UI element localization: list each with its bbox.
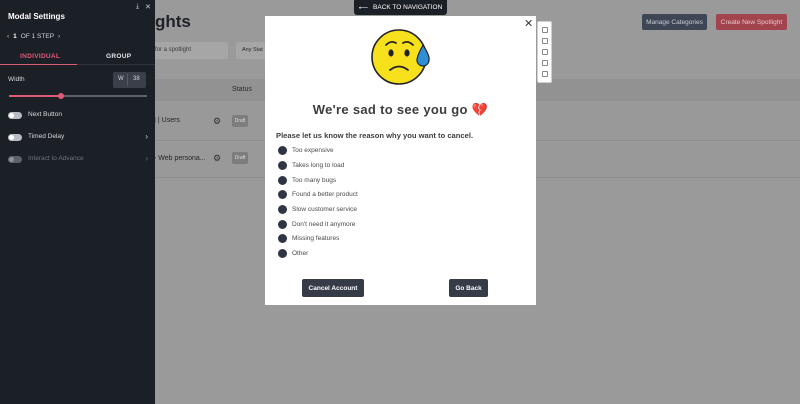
step-text: OF 1 STEP: [20, 33, 55, 40]
back-to-navigation-label: BACK TO NAVIGATION: [373, 4, 443, 11]
chevron-right-icon[interactable]: ›: [145, 132, 148, 141]
width-unit: W: [118, 76, 124, 82]
gear-icon[interactable]: ⚙: [213, 116, 221, 127]
radio-button[interactable]: [278, 249, 287, 258]
tab-divider: [77, 64, 155, 65]
row-name: t | Users: [154, 117, 180, 124]
radio-button[interactable]: [278, 220, 287, 229]
copy-tool-icon[interactable]: [542, 38, 548, 44]
reason-label: Don't need it anymore: [292, 221, 356, 228]
go-back-button[interactable]: Go Back: [449, 279, 488, 297]
close-icon[interactable]: ✕: [145, 3, 151, 11]
reason-label: Too many bugs: [292, 177, 337, 184]
cancel-survey-modal: ✕ We're sad to see you go 💔 Please let u…: [265, 16, 536, 305]
cancel-reason-question: Please let us know the reason why you wa…: [276, 131, 474, 140]
radio-button[interactable]: [278, 205, 287, 214]
delete-tool-icon[interactable]: [542, 71, 548, 77]
sidebar-tabs: INDIVIDUAL GROUP: [0, 50, 155, 66]
reason-label: Missing features: [292, 235, 340, 242]
modal-settings-sidebar: ⤓ ✕ Modal Settings ‹ 1 OF 1 STEP › INDIV…: [0, 0, 155, 404]
radio-button[interactable]: [278, 190, 287, 199]
next-button-toggle[interactable]: [8, 112, 22, 119]
close-icon[interactable]: ✕: [524, 17, 533, 30]
floating-toolbar: [537, 21, 552, 83]
width-value: 38: [133, 76, 140, 82]
minimize-icon[interactable]: ⤓: [136, 3, 139, 11]
chevron-right-icon[interactable]: ›: [145, 154, 148, 163]
settings-tool-icon[interactable]: [542, 27, 548, 33]
status-badge: Draft: [232, 152, 248, 164]
step-navigator: ‹ 1 OF 1 STEP ›: [7, 33, 60, 40]
toggle-row-interact-to-advance[interactable]: Interact to Advance ›: [8, 154, 148, 166]
search-input[interactable]: for a spotlight: [150, 42, 228, 59]
sidebar-title: Modal Settings: [8, 12, 65, 21]
modal-title-text: We're sad to see you go: [312, 102, 468, 117]
arrow-left-icon: ⟵: [358, 4, 369, 12]
toggle-label: Next Button: [28, 111, 62, 118]
back-to-navigation-button[interactable]: ⟵ BACK TO NAVIGATION: [354, 0, 447, 15]
width-slider[interactable]: [9, 93, 147, 99]
timed-delay-toggle[interactable]: [8, 134, 22, 141]
radio-button[interactable]: [278, 176, 287, 185]
reason-label: Other: [292, 250, 309, 257]
radio-button[interactable]: [278, 146, 287, 155]
width-slider-handle[interactable]: [58, 93, 65, 99]
modal-title: We're sad to see you go 💔: [265, 102, 536, 118]
toggle-label: Timed Delay: [28, 133, 65, 140]
width-label: Width: [8, 76, 25, 83]
gear-icon[interactable]: ⚙: [213, 153, 221, 164]
reason-label: Slow customer service: [292, 206, 358, 213]
tab-group[interactable]: GROUP: [106, 53, 131, 60]
radio-button[interactable]: [278, 234, 287, 243]
broken-heart-icon: 💔: [471, 102, 489, 117]
create-spotlight-button[interactable]: Create New Spotlight: [716, 14, 787, 30]
tab-individual[interactable]: INDIVIDUAL: [20, 53, 60, 60]
width-slider-fill: [9, 95, 62, 97]
reason-label: Too expensive: [292, 147, 334, 154]
cancel-account-button[interactable]: Cancel Account: [302, 279, 364, 297]
duplicate-tool-icon[interactable]: [542, 60, 548, 66]
radio-button[interactable]: [278, 161, 287, 170]
list-tool-icon[interactable]: [542, 49, 548, 55]
page-title: ghts: [155, 12, 191, 31]
divider: [127, 74, 128, 86]
toggle-label: Interact to Advance: [28, 155, 84, 162]
step-number: 1: [13, 33, 17, 40]
reason-label: Takes long to load: [292, 162, 345, 169]
width-input[interactable]: W 38: [113, 72, 146, 88]
toggle-row-timed-delay[interactable]: Timed Delay ›: [8, 132, 148, 144]
interact-to-advance-toggle[interactable]: [8, 156, 22, 163]
manage-categories-button[interactable]: Manage Categories: [642, 14, 707, 30]
status-column-header: Status: [232, 86, 252, 93]
row-name: - Web persona...: [154, 155, 206, 162]
chevron-right-icon[interactable]: ›: [58, 33, 60, 40]
active-tab-indicator: [0, 64, 77, 65]
status-badge: Draft: [232, 115, 248, 127]
status-filter-dropdown[interactable]: Any Stat: [236, 42, 266, 59]
toggle-row-next-button[interactable]: Next Button: [8, 111, 148, 122]
reason-label: Found a better product: [292, 191, 358, 198]
sad-face-emoji-icon: [371, 29, 430, 85]
chevron-left-icon[interactable]: ‹: [7, 33, 9, 40]
